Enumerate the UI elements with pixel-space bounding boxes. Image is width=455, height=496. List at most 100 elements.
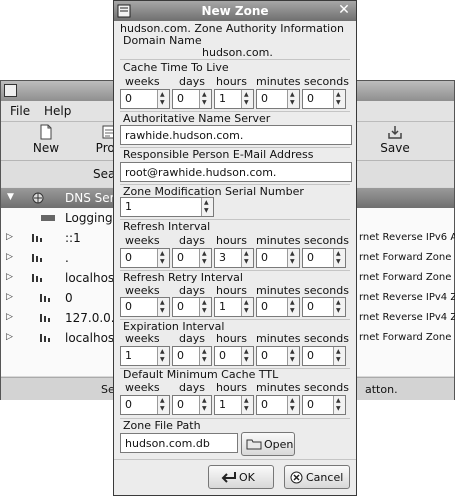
refresh-hours-spinner[interactable]: 3 ▲ ▼ (214, 248, 254, 268)
spin-up-icon[interactable]: ▲ (336, 398, 341, 404)
spinner-arrows[interactable]: ▲ ▼ (199, 249, 211, 267)
expire-seconds-spinner[interactable]: 0 ▲ ▼ (302, 346, 346, 366)
min-ttl-hours-spinner[interactable]: 1 ▲ ▼ (214, 395, 254, 415)
spinner-arrows[interactable]: ▲ ▼ (333, 347, 345, 365)
spin-down-icon[interactable]: ▼ (202, 259, 207, 265)
spin-down-icon[interactable]: ▼ (290, 259, 295, 265)
spinner-arrows[interactable]: ▲ ▼ (157, 298, 169, 316)
spinner-arrows[interactable]: ▲ ▼ (157, 249, 169, 267)
min-ttl-minutes-spinner[interactable]: 0 ▲ ▼ (256, 395, 300, 415)
spin-down-icon[interactable]: ▼ (202, 357, 207, 363)
spin-up-icon[interactable]: ▲ (244, 251, 249, 257)
spinner-arrows[interactable]: ▲ ▼ (199, 298, 211, 316)
refresh-days-spinner[interactable]: 0 ▲ ▼ (172, 248, 212, 268)
expire-days-spinner[interactable]: 0 ▲ ▼ (172, 346, 212, 366)
spin-up-icon[interactable]: ▲ (336, 251, 341, 257)
spinner-arrows[interactable]: ▲ ▼ (241, 347, 253, 365)
refresh-seconds-spinner[interactable]: 0 ▲ ▼ (302, 248, 346, 268)
spin-up-icon[interactable]: ▲ (336, 92, 341, 98)
spin-up-icon[interactable]: ▲ (202, 349, 207, 355)
spin-up-icon[interactable]: ▲ (160, 251, 165, 257)
spinner-arrows[interactable]: ▲ ▼ (287, 347, 299, 365)
refresh-minutes-spinner[interactable]: 0 ▲ ▼ (256, 248, 300, 268)
spinner-arrows[interactable]: ▲ ▼ (199, 347, 211, 365)
spinner-arrows[interactable]: ▲ ▼ (241, 298, 253, 316)
spin-up-icon[interactable]: ▲ (204, 200, 209, 206)
retry-weeks-spinner[interactable]: 0 ▲ ▼ (120, 297, 170, 317)
expire-minutes-spinner[interactable]: 0 ▲ ▼ (256, 346, 300, 366)
spinner-arrows[interactable]: ▲ ▼ (287, 298, 299, 316)
menu-help[interactable]: Help (44, 104, 71, 118)
spin-down-icon[interactable]: ▼ (336, 259, 341, 265)
spin-down-icon[interactable]: ▼ (290, 100, 295, 106)
spin-down-icon[interactable]: ▼ (290, 308, 295, 314)
spin-up-icon[interactable]: ▲ (244, 92, 249, 98)
expire-hours-spinner[interactable]: 0 ▲ ▼ (214, 346, 254, 366)
spin-up-icon[interactable]: ▲ (336, 300, 341, 306)
expand-icon[interactable]: ▷ (6, 312, 13, 322)
spin-down-icon[interactable]: ▼ (244, 259, 249, 265)
spin-up-icon[interactable]: ▲ (244, 398, 249, 404)
spinner-arrows[interactable]: ▲ ▼ (287, 396, 299, 414)
cancel-button[interactable]: Cancel (284, 465, 350, 489)
spin-down-icon[interactable]: ▼ (336, 357, 341, 363)
expand-icon[interactable]: ▷ (6, 272, 13, 282)
spin-up-icon[interactable]: ▲ (290, 251, 295, 257)
refresh-weeks-spinner[interactable]: 0 ▲ ▼ (120, 248, 170, 268)
spin-up-icon[interactable]: ▲ (202, 251, 207, 257)
spin-down-icon[interactable]: ▼ (160, 308, 165, 314)
spinner-arrows[interactable]: ▲ ▼ (287, 249, 299, 267)
expand-icon[interactable]: ▷ (6, 292, 13, 302)
spin-down-icon[interactable]: ▼ (244, 308, 249, 314)
spinner-arrows[interactable]: ▲ ▼ (157, 396, 169, 414)
close-icon[interactable]: ✕ (336, 2, 352, 18)
spinner-arrows[interactable]: ▲ ▼ (241, 90, 253, 108)
spinner-arrows[interactable]: ▲ ▼ (333, 90, 345, 108)
spin-up-icon[interactable]: ▲ (160, 349, 165, 355)
spin-up-icon[interactable]: ▲ (290, 92, 295, 98)
spinner-arrows[interactable]: ▲ ▼ (287, 90, 299, 108)
new-button[interactable]: New (22, 124, 70, 158)
spin-down-icon[interactable]: ▼ (244, 406, 249, 412)
spinner-arrows[interactable]: ▲ ▼ (157, 347, 169, 365)
ttl-seconds-spinner[interactable]: 0 ▲ ▼ (302, 89, 346, 109)
spinner-arrows[interactable]: ▲ ▼ (333, 249, 345, 267)
spinner-arrows[interactable]: ▲ ▼ (199, 90, 211, 108)
ttl-days-spinner[interactable]: 0 ▲ ▼ (172, 89, 212, 109)
spinner-arrows[interactable]: ▲ ▼ (157, 90, 169, 108)
spin-up-icon[interactable]: ▲ (290, 349, 295, 355)
expand-icon[interactable]: ▷ (6, 332, 13, 342)
spin-down-icon[interactable]: ▼ (160, 259, 165, 265)
spin-down-icon[interactable]: ▼ (336, 406, 341, 412)
spinner-arrows[interactable]: ▲ ▼ (241, 396, 253, 414)
spin-down-icon[interactable]: ▼ (336, 100, 341, 106)
retry-hours-spinner[interactable]: 1 ▲ ▼ (214, 297, 254, 317)
spin-up-icon[interactable]: ▲ (160, 300, 165, 306)
spin-down-icon[interactable]: ▼ (202, 308, 207, 314)
spin-down-icon[interactable]: ▼ (160, 100, 165, 106)
ttl-hours-spinner[interactable]: 1 ▲ ▼ (214, 89, 254, 109)
retry-days-spinner[interactable]: 0 ▲ ▼ (172, 297, 212, 317)
name-server-input[interactable] (120, 125, 352, 145)
spin-down-icon[interactable]: ▼ (290, 406, 295, 412)
zone-file-input[interactable] (120, 433, 238, 453)
spin-down-icon[interactable]: ▼ (204, 208, 209, 214)
spin-up-icon[interactable]: ▲ (244, 349, 249, 355)
spin-up-icon[interactable]: ▲ (160, 398, 165, 404)
spin-down-icon[interactable]: ▼ (160, 406, 165, 412)
spin-down-icon[interactable]: ▼ (160, 357, 165, 363)
spin-up-icon[interactable]: ▲ (202, 92, 207, 98)
min-ttl-days-spinner[interactable]: 0 ▲ ▼ (172, 395, 212, 415)
expand-icon[interactable]: ▷ (6, 252, 13, 262)
spin-down-icon[interactable]: ▼ (336, 308, 341, 314)
open-button[interactable]: Open (241, 432, 295, 456)
spinner-arrows[interactable]: ▲ ▼ (333, 396, 345, 414)
min-ttl-seconds-spinner[interactable]: 0 ▲ ▼ (302, 395, 346, 415)
spinner-arrows[interactable]: ▲ ▼ (201, 198, 213, 216)
ttl-minutes-spinner[interactable]: 0 ▲ ▼ (256, 89, 300, 109)
spin-down-icon[interactable]: ▼ (244, 100, 249, 106)
save-button[interactable]: Save (371, 124, 419, 158)
ttl-weeks-spinner[interactable]: 0 ▲ ▼ (120, 89, 170, 109)
spinner-arrows[interactable]: ▲ ▼ (241, 249, 253, 267)
retry-seconds-spinner[interactable]: 0 ▲ ▼ (302, 297, 346, 317)
